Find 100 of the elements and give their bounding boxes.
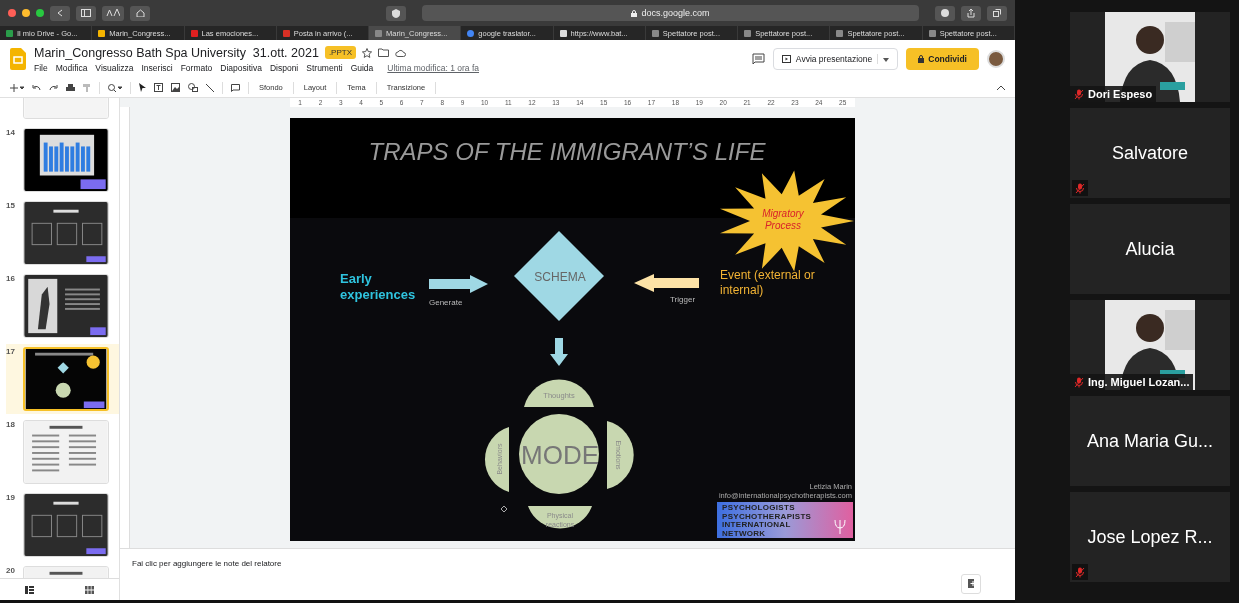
slide-number: 20 — [6, 566, 16, 577]
menu-item[interactable]: Strumenti — [306, 62, 343, 73]
share-icon — [967, 8, 975, 18]
arrow-label: Trigger — [670, 295, 696, 304]
favicon-icon — [98, 29, 106, 37]
right-arrow — [429, 275, 488, 293]
slide-thumbnail[interactable]: 15 — [6, 198, 119, 268]
folder-icon[interactable] — [378, 48, 389, 57]
document-title[interactable]: Marin_Congresso Bath Spa University 31.ott. 2021 — [34, 45, 319, 60]
zoom-button[interactable] — [36, 9, 44, 17]
file-type-badge: .PPTX — [324, 46, 356, 59]
slide-number: 14 — [6, 128, 16, 139]
download-button[interactable] — [935, 5, 955, 21]
participant-name: Ana Maria Gu... — [1086, 430, 1214, 452]
slide-number: 18 — [6, 420, 16, 431]
slide-thumbnail[interactable]: 19 — [6, 490, 119, 560]
menu-item[interactable]: Visualizza — [95, 62, 134, 73]
favicon-icon — [928, 29, 936, 37]
network-logo: PSYCHOLOGISTS PSYCHOTHERAPISTS INTERNATIONAL NETWORK — [717, 502, 853, 538]
minimize-button[interactable] — [22, 9, 30, 17]
slides-logo — [10, 48, 26, 70]
last-edit-link[interactable]: Ultima modifica: 1 ora fa — [387, 62, 479, 73]
address-bar[interactable]: docs.google.com — [422, 5, 919, 21]
sidebar-button[interactable] — [76, 5, 96, 21]
favicon-icon — [190, 29, 198, 37]
zoom-icon[interactable] — [108, 83, 122, 92]
favicon-icon — [651, 29, 659, 37]
favicon-icon — [282, 29, 290, 37]
text-size-icon — [106, 9, 120, 17]
left-arrow — [634, 274, 699, 292]
shape-icon[interactable] — [188, 83, 198, 92]
image-icon[interactable] — [171, 83, 180, 92]
line-icon[interactable] — [206, 83, 214, 92]
back-button[interactable] — [50, 5, 70, 21]
avatar[interactable] — [987, 50, 1005, 68]
text-size-button[interactable] — [102, 5, 124, 21]
tabs-button[interactable] — [987, 5, 1007, 21]
menu-item[interactable]: Guida — [350, 62, 374, 73]
tabs-icon — [993, 9, 1001, 17]
caret-icon — [883, 58, 890, 62]
shield-icon — [392, 8, 400, 18]
slide-thumbnail[interactable]: 14 — [6, 125, 119, 195]
collapse-icon[interactable] — [997, 85, 1005, 90]
event-label: Event (external or internal) — [720, 268, 815, 297]
list-view-icon[interactable] — [25, 585, 35, 594]
present-button[interactable]: Avvia presentazione — [772, 48, 899, 70]
down-arrow — [550, 338, 568, 366]
participant-name: Salvatore — [1111, 142, 1188, 164]
redo-icon[interactable] — [49, 84, 58, 91]
lock-icon — [631, 9, 638, 17]
print-icon[interactable] — [66, 83, 75, 92]
add-icon[interactable] — [10, 83, 24, 92]
slide-thumbnail[interactable]: 17 — [6, 344, 119, 414]
diamond-label: SCHEMA — [534, 270, 586, 284]
comment-icon[interactable] — [751, 53, 765, 65]
participant-name: Alucia — [1125, 238, 1175, 260]
menu-item[interactable]: Modifica — [55, 62, 88, 73]
text-box-icon[interactable] — [154, 83, 163, 92]
undo-icon[interactable] — [32, 84, 41, 91]
present-icon — [781, 55, 791, 63]
add-comment-button[interactable] — [961, 574, 981, 594]
sidebar-icon — [81, 9, 91, 17]
slide-number: 17 — [6, 347, 16, 358]
lock-icon — [918, 55, 925, 63]
favicon-icon — [836, 29, 844, 37]
comment-add-icon[interactable] — [231, 83, 240, 92]
favicon-icon — [6, 29, 13, 37]
slide-number: 15 — [6, 201, 16, 212]
muted-mic-icon — [1075, 182, 1085, 194]
select-icon[interactable] — [139, 83, 146, 92]
close-button[interactable] — [8, 9, 16, 17]
slide-thumbnail[interactable]: 18 — [6, 417, 119, 487]
star-icon[interactable] — [362, 47, 372, 58]
muted-mic-icon — [1074, 376, 1084, 388]
download-icon — [941, 9, 949, 17]
slide-title: TRAPS OF THE IMMIGRANT’S LIFE — [368, 138, 766, 165]
favicon-icon — [559, 29, 567, 37]
menu-item[interactable]: Formato — [180, 62, 213, 73]
slide-number: 16 — [6, 274, 16, 285]
share-button[interactable]: Condividi — [906, 48, 979, 70]
slide-thumbnail[interactable]: 16 — [6, 271, 119, 341]
add-comment-icon — [968, 579, 974, 589]
move-icon — [500, 505, 508, 513]
menu-item[interactable]: Inserisci — [141, 62, 173, 73]
cloud-icon[interactable] — [395, 48, 406, 57]
menu-item[interactable]: File — [34, 62, 48, 73]
shield-button[interactable] — [386, 5, 406, 21]
home-icon — [135, 9, 145, 17]
muted-mic-icon — [1074, 88, 1084, 100]
muted-mic-icon — [1075, 566, 1085, 578]
menu-item[interactable]: Diapositiva — [220, 62, 262, 73]
menu-item[interactable]: Disponi — [269, 62, 299, 73]
grid-view-icon[interactable] — [84, 585, 94, 594]
share-button[interactable] — [961, 5, 981, 21]
home-button[interactable] — [130, 5, 150, 21]
participant-name: Jose Lopez R... — [1087, 526, 1213, 548]
back-icon — [57, 9, 63, 17]
favicon-icon — [467, 29, 475, 37]
favicon-icon — [375, 29, 383, 37]
participant-name: Ing. Miguel Lozan... — [1088, 376, 1190, 388]
